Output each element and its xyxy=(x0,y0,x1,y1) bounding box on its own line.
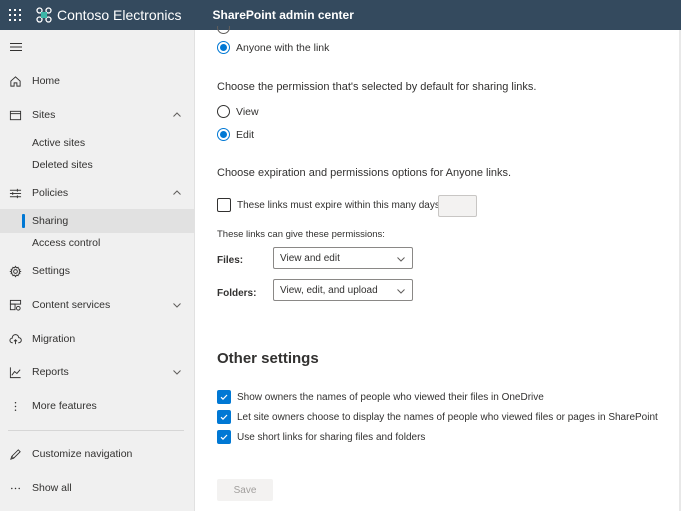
sidebar-item-show-all[interactable]: Show all xyxy=(0,476,195,500)
chevron-down-icon xyxy=(397,257,405,262)
dropdown-value: View and edit xyxy=(280,252,340,264)
content-services-icon xyxy=(8,298,22,312)
checkbox[interactable] xyxy=(217,430,231,444)
folders-permission-dropdown[interactable]: View, edit, and upload xyxy=(273,279,413,301)
folders-label: Folders: xyxy=(217,288,257,299)
sidebar-item-label: Policies xyxy=(32,187,69,199)
checkbox-label: Show owners the names of people who view… xyxy=(237,391,544,403)
sidebar-item-label: More features xyxy=(32,400,97,412)
sidebar-item-label: Reports xyxy=(32,366,69,378)
app-launcher-button[interactable] xyxy=(0,0,30,30)
permissions-label: These links can give these permissions: xyxy=(217,229,385,240)
radio-label: View xyxy=(236,105,259,118)
sidebar-item-content-services[interactable]: Content services xyxy=(0,293,195,317)
sidebar-item-label: Show all xyxy=(32,482,72,494)
sidebar-item-home[interactable]: Home xyxy=(0,69,195,93)
radio-button[interactable] xyxy=(217,128,230,141)
radio-anyone-with-link[interactable]: Anyone with the link xyxy=(217,41,329,54)
sidebar-item-label: Sharing xyxy=(32,215,69,227)
dropdown-value: View, edit, and upload xyxy=(280,284,378,296)
main-content: Anyone with the link Choose the permissi… xyxy=(196,26,681,511)
sidebar-item-reports[interactable]: Reports xyxy=(0,360,195,384)
more-vertical-icon xyxy=(8,399,22,413)
expire-links-checkbox[interactable]: These links must expire within this many… xyxy=(217,198,440,212)
radio-label: Anyone with the link xyxy=(236,41,330,54)
sidebar-item-label: Sites xyxy=(32,109,56,121)
hamburger-menu-icon[interactable] xyxy=(9,41,23,53)
sidebar-item-label: Settings xyxy=(32,265,70,277)
sidebar-nav: Home Sites Active sites Deleted sites Po… xyxy=(0,30,195,511)
checkbox[interactable] xyxy=(217,410,231,424)
radio-label: Edit xyxy=(236,128,255,141)
site-owners-display-viewers-checkbox[interactable]: Let site owners choose to display the na… xyxy=(217,410,658,424)
home-icon xyxy=(8,74,22,88)
files-label: Files: xyxy=(217,255,244,266)
checkmark-icon xyxy=(220,414,228,421)
sidebar-item-customize-navigation[interactable]: Customize navigation xyxy=(0,442,195,466)
sidebar-item-settings[interactable]: Settings xyxy=(0,259,195,283)
checkbox-label: Let site owners choose to display the na… xyxy=(237,411,658,423)
sidebar-item-policies[interactable]: Policies xyxy=(0,181,195,205)
checkbox[interactable] xyxy=(217,198,231,212)
pencil-icon xyxy=(8,447,22,461)
anyone-links-heading: Choose expiration and permissions option… xyxy=(217,167,512,179)
short-links-checkbox[interactable]: Use short links for sharing files and fo… xyxy=(217,430,425,444)
browser-window-icon xyxy=(8,108,22,122)
sidebar-item-label: Deleted sites xyxy=(32,159,93,171)
gear-icon xyxy=(8,264,22,278)
checkbox-label: These links must expire within this many… xyxy=(237,199,440,211)
chevron-down-icon xyxy=(173,370,181,375)
sidebar-item-label: Content services xyxy=(32,299,111,311)
cloud-upload-icon xyxy=(8,332,22,346)
chevron-down-icon xyxy=(173,303,181,308)
sidebar-item-label: Customize navigation xyxy=(32,448,133,460)
selected-indicator xyxy=(22,214,25,228)
contoso-logo-icon xyxy=(36,7,52,23)
brand-name: Contoso Electronics xyxy=(57,7,182,23)
checkmark-icon xyxy=(220,394,228,401)
top-bar: Contoso Electronics SharePoint admin cen… xyxy=(0,0,681,30)
chevron-up-icon xyxy=(173,190,181,195)
sidebar-item-label: Active sites xyxy=(32,137,86,149)
radio-edit[interactable]: Edit xyxy=(217,128,254,141)
chart-line-icon xyxy=(8,365,22,379)
radio-button[interactable] xyxy=(217,41,230,54)
brand[interactable]: Contoso Electronics xyxy=(36,7,182,23)
checkbox-label: Use short links for sharing files and fo… xyxy=(237,431,426,443)
sliders-icon xyxy=(8,186,22,200)
sidebar-item-label: Access control xyxy=(32,237,101,249)
show-owners-viewers-checkbox[interactable]: Show owners the names of people who view… xyxy=(217,390,544,404)
partial-radio-above[interactable] xyxy=(217,26,230,34)
more-horizontal-icon xyxy=(8,481,22,495)
sidebar-divider xyxy=(8,430,184,431)
files-permission-dropdown[interactable]: View and edit xyxy=(273,247,413,269)
default-permission-heading: Choose the permission that's selected by… xyxy=(217,81,537,93)
sidebar-item-migration[interactable]: Migration xyxy=(0,327,195,351)
sidebar-item-label: Home xyxy=(32,75,61,87)
sidebar-item-access-control[interactable]: Access control xyxy=(0,231,195,255)
sidebar-item-label: Migration xyxy=(32,333,76,345)
sidebar-item-sites[interactable]: Sites xyxy=(0,103,195,127)
sidebar-item-sharing[interactable]: Sharing xyxy=(0,209,195,233)
sidebar-item-deleted-sites[interactable]: Deleted sites xyxy=(0,153,195,177)
sidebar-item-active-sites[interactable]: Active sites xyxy=(0,131,195,155)
radio-view[interactable]: View xyxy=(217,105,259,118)
app-title[interactable]: SharePoint admin center xyxy=(213,8,354,22)
sidebar-item-more-features[interactable]: More features xyxy=(0,394,195,418)
save-button[interactable]: Save xyxy=(217,479,273,501)
checkmark-icon xyxy=(220,434,228,441)
other-settings-heading: Other settings xyxy=(217,350,319,367)
chevron-up-icon xyxy=(173,112,181,117)
checkbox[interactable] xyxy=(217,390,231,404)
expire-days-input[interactable] xyxy=(438,195,477,217)
radio-button[interactable] xyxy=(217,105,230,118)
waffle-icon xyxy=(9,9,21,21)
chevron-down-icon xyxy=(397,289,405,294)
